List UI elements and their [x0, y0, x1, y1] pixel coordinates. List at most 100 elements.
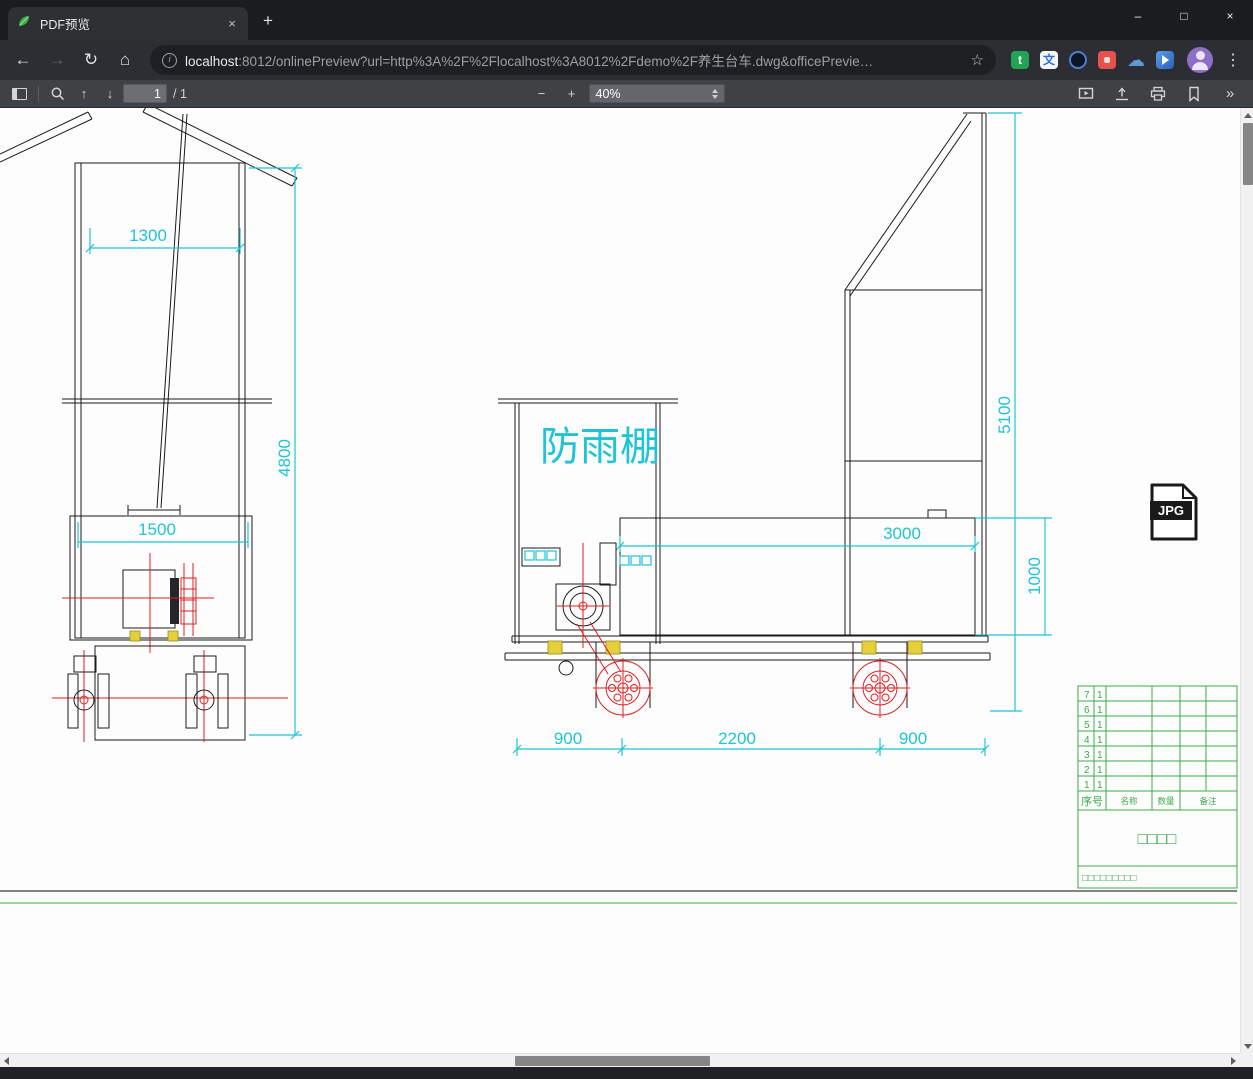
svg-text:3: 3 — [1084, 750, 1090, 761]
bookmark-star-icon[interactable]: ☆ — [971, 51, 984, 69]
dim-1300-label: 1300 — [129, 226, 167, 245]
page-number-input[interactable] — [123, 84, 167, 103]
profile-avatar[interactable] — [1187, 47, 1213, 73]
dim-4800-label: 4800 — [275, 439, 294, 477]
title-block-header-qty: 数量 — [1157, 796, 1175, 806]
print-button[interactable] — [1145, 82, 1171, 106]
jpg-file-icon: JPG — [1150, 483, 1198, 541]
url-text: localhost:8012/onlinePreview?url=http%3A… — [185, 50, 963, 70]
horizontal-scrollbar-thumb[interactable] — [515, 1056, 710, 1066]
svg-text:4: 4 — [1084, 735, 1090, 746]
svg-text:2: 2 — [1084, 765, 1090, 776]
svg-text:1: 1 — [1084, 780, 1090, 791]
svg-text:1: 1 — [1097, 735, 1103, 746]
toolbar-divider — [38, 85, 39, 102]
new-tab-button[interactable]: + — [254, 8, 282, 36]
open-file-button[interactable] — [1109, 82, 1135, 106]
svg-text:1: 1 — [1097, 750, 1103, 761]
svg-text:1: 1 — [1097, 720, 1103, 731]
presentation-mode-button[interactable] — [1073, 82, 1099, 106]
dim-3000-label: 3000 — [883, 524, 921, 543]
svg-text:1: 1 — [1097, 705, 1103, 716]
bookmark-icon — [1189, 86, 1199, 102]
zoom-controls: − + 40% — [529, 82, 725, 106]
svg-text:6: 6 — [1084, 705, 1090, 716]
title-block-footer-text: □□□□□□□□□ — [1082, 873, 1136, 884]
forward-button[interactable]: → — [42, 45, 72, 75]
jpg-label: JPG — [1158, 503, 1184, 518]
select-spinner-icon — [711, 88, 718, 99]
svg-text:1: 1 — [1097, 765, 1103, 776]
title-block-title-text: □□□□ — [1138, 831, 1177, 848]
tab-favicon-leaf-icon — [16, 13, 32, 34]
extension-icon-6[interactable] — [1155, 50, 1175, 70]
window-controls: – □ × — [1115, 0, 1253, 32]
more-tools-button[interactable]: » — [1217, 82, 1243, 106]
browser-tab[interactable]: PDF预览 × — [8, 7, 248, 40]
scrollbar-corner — [1240, 1053, 1253, 1067]
pdf-toolbar-right: » — [1073, 82, 1247, 106]
cad-drawing: 1300 4800 1500 防雨棚 3000 1000 5100 900 22… — [0, 108, 1238, 904]
bookmark-button[interactable] — [1181, 82, 1207, 106]
tab-title: PDF预览 — [40, 18, 91, 32]
svg-text:1: 1 — [1097, 690, 1103, 701]
home-button[interactable]: ⌂ — [110, 45, 140, 75]
scroll-down-arrow[interactable] — [1241, 1039, 1253, 1053]
page-count-label: / 1 — [173, 86, 187, 101]
front-view: 1300 4800 1500 — [0, 108, 302, 742]
scroll-up-arrow[interactable] — [1241, 108, 1253, 122]
pdf-page-content: 1300 4800 1500 防雨棚 3000 1000 5100 900 22… — [0, 108, 1240, 1053]
tab-strip: PDF预览 × + – □ × — [0, 0, 1253, 40]
vertical-scrollbar[interactable] — [1240, 108, 1253, 1053]
extension-icon-2[interactable]: 文 — [1039, 50, 1059, 70]
dim-900-right-label: 900 — [899, 729, 927, 748]
extension-icon-5[interactable]: ☁ — [1126, 50, 1146, 70]
extensions-area: t 文 ☁ — [1006, 50, 1179, 70]
page-info-icon[interactable]: i — [162, 52, 177, 68]
url-path: :8012/onlinePreview?url=http%3A%2F%2Floc… — [238, 54, 874, 69]
svg-text:1: 1 — [1097, 780, 1103, 791]
browser-toolbar: ← → ↻ ⌂ i localhost:8012/onlinePreview?u… — [0, 40, 1253, 80]
open-file-icon — [1116, 86, 1128, 100]
title-block: 7 6 5 4 3 2 1 1 1 1 1 1 1 1 序号 名称 数量 备注 … — [1077, 685, 1238, 889]
svg-text:5: 5 — [1084, 720, 1090, 731]
window-bottom-edge — [0, 1067, 1253, 1079]
search-icon — [51, 87, 65, 100]
window-close-button[interactable]: × — [1207, 0, 1253, 32]
zoom-in-button[interactable]: + — [559, 82, 585, 106]
dim-900-left-label: 900 — [554, 729, 582, 748]
reload-button[interactable]: ↻ — [76, 45, 106, 75]
find-next-button[interactable]: ↓ — [97, 82, 123, 106]
pdf-toolbar: ↑ ↓ / 1 − + 40% — [0, 80, 1253, 108]
title-block-header-no: 序号 — [1081, 794, 1103, 808]
title-block-header-note: 备注 — [1199, 796, 1217, 806]
extension-icon-4[interactable] — [1097, 50, 1117, 70]
browser-menu-icon[interactable]: ⋮ — [1221, 50, 1245, 70]
vertical-scrollbar-thumb[interactable] — [1242, 123, 1253, 185]
find-previous-button[interactable]: ↑ — [71, 82, 97, 106]
sidebar-toggle-button[interactable] — [6, 82, 32, 106]
find-button[interactable] — [45, 82, 71, 106]
url-bar[interactable]: i localhost:8012/onlinePreview?url=http%… — [150, 45, 996, 75]
url-host: localhost — [185, 54, 239, 69]
scroll-right-arrow[interactable] — [1227, 1054, 1240, 1068]
window-minimize-button[interactable]: – — [1115, 0, 1161, 32]
svg-text:7: 7 — [1084, 690, 1090, 701]
presentation-icon — [1078, 87, 1094, 99]
zoom-out-button[interactable]: − — [529, 82, 555, 106]
sidebar-toggle-icon — [11, 87, 27, 100]
tab-close-icon[interactable]: × — [224, 16, 240, 32]
extension-icon-3[interactable] — [1068, 50, 1088, 70]
dim-5100-label: 5100 — [995, 396, 1014, 434]
scroll-left-arrow[interactable] — [0, 1054, 13, 1068]
rain-shelter-label: 防雨棚 — [540, 425, 660, 469]
dim-1500-label: 1500 — [138, 520, 176, 539]
zoom-value: 40% — [595, 86, 621, 101]
window-maximize-button[interactable]: □ — [1161, 0, 1207, 32]
extension-icon-1[interactable]: t — [1010, 50, 1030, 70]
back-button[interactable]: ← — [8, 45, 38, 75]
title-block-header-name: 名称 — [1120, 796, 1138, 806]
browser-window: PDF预览 × + – □ × ← → ↻ ⌂ i localhost:8012… — [0, 0, 1253, 1079]
zoom-select[interactable]: 40% — [588, 84, 725, 103]
horizontal-scrollbar[interactable] — [0, 1053, 1240, 1067]
